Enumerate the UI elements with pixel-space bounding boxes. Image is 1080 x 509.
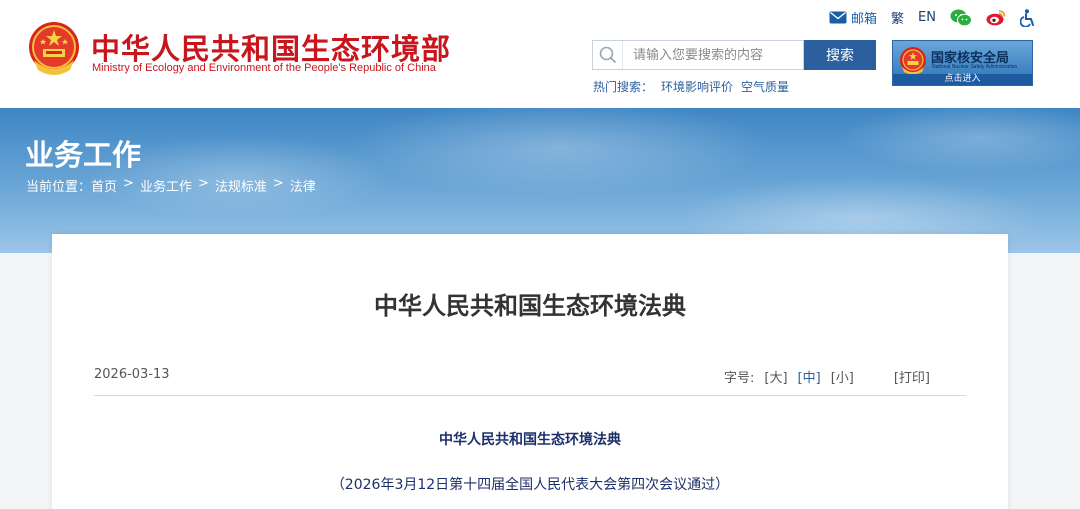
english-link-label: EN [918,10,936,25]
search-button[interactable]: 搜索 [804,40,876,70]
search-input[interactable] [623,41,803,69]
mail-link[interactable]: 邮箱 [829,8,877,27]
nsa-banner-link[interactable]: 国家核安全局 National Nuclear Safety Administr… [892,40,1033,86]
breadcrumb-business-work[interactable]: 业务工作 [140,176,192,195]
breadcrumb-law[interactable]: 法律 [290,176,316,195]
breadcrumb-regulations[interactable]: 法规标准 [215,176,267,195]
hot-search-item-air-quality[interactable]: 空气质量 [741,78,789,95]
font-size-controls: 字号: [大] [中] [小] [打印] [724,367,930,386]
section-title: 业务工作 [25,138,142,172]
breadcrumb-home[interactable]: 首页 [91,176,117,195]
font-size-medium-button[interactable]: [中] [798,367,821,386]
law-heading: 中华人民共和国生态环境法典 [439,432,621,448]
nsa-subtitle: National Nuclear Safety Administration [932,64,1018,70]
article-title: 中华人民共和国生态环境法典 [374,292,686,320]
weibo-link[interactable] [986,9,1006,26]
search-box [592,40,804,70]
hot-search-label: 热门搜索： [593,80,654,94]
site-subtitle: Ministry of Ecology and Environment of t… [92,62,436,74]
nsa-enter-label: 点击进入 [893,74,1032,85]
weibo-icon [986,10,1006,26]
accessibility-icon [1020,8,1034,27]
wechat-link[interactable] [950,9,972,27]
nsa-emblem-icon [900,47,926,75]
hot-search-item-eia[interactable]: 环境影响评价 [661,78,733,95]
breadcrumb-separator: > [197,176,209,191]
traditional-chinese-link[interactable]: 繁 [891,8,904,27]
breadcrumb-separator: > [272,176,284,191]
national-emblem-icon[interactable] [26,20,82,78]
mail-link-label: 邮箱 [851,12,878,27]
mail-icon [829,11,847,24]
accessibility-link[interactable] [1020,8,1036,27]
search-icon[interactable] [593,41,623,69]
top-links: 邮箱 繁 EN [829,8,1036,27]
english-link[interactable]: EN [918,10,936,25]
font-size-large-button[interactable]: [大] [764,367,787,386]
law-adoption-note: （2026年3月12日第十四届全国人民代表大会第四次会议通过） [330,477,730,493]
hot-search: 热门搜索： 环境影响评价 空气质量 [593,78,789,95]
breadcrumb: 当前位置： 首页 > 业务工作 > 法规标准 > 法律 [26,176,316,195]
article-divider [94,395,966,396]
breadcrumb-prefix: 当前位置： [26,180,92,195]
font-size-label: 字号: [724,371,755,386]
breadcrumb-separator: > [123,176,134,191]
article-date: 2026-03-13 [94,367,170,382]
font-size-small-button[interactable]: [小] [831,367,854,386]
print-button[interactable]: [打印] [894,367,930,386]
wechat-icon [950,9,972,26]
traditional-link-label: 繁 [891,12,905,27]
site-header: 中华人民共和国生态环境部 Ministry of Ecology and Env… [0,0,1080,108]
